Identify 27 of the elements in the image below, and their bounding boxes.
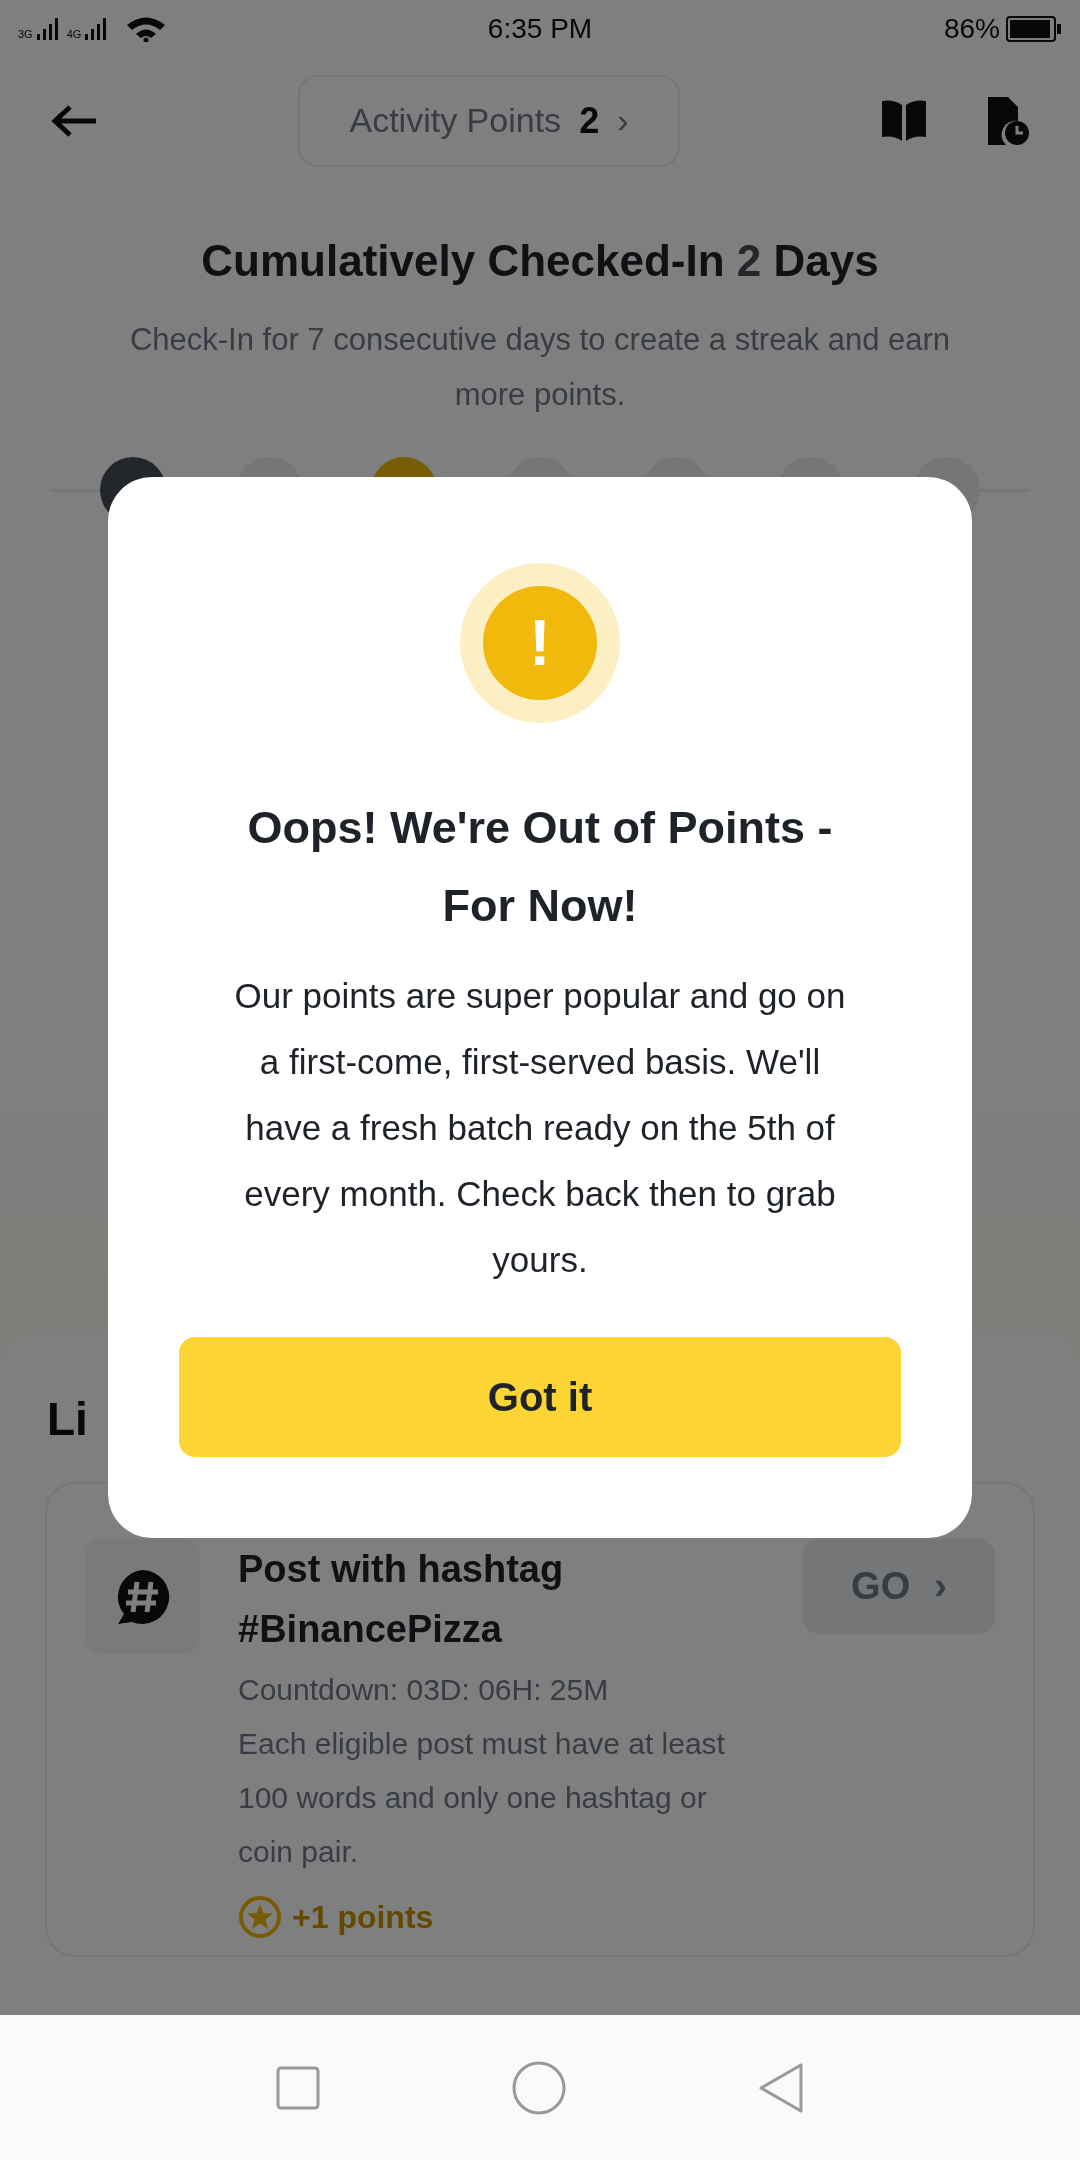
battery-icon [1006,16,1062,42]
activity-points-button[interactable]: Activity Points 2 › [298,74,680,167]
wifi-icon [125,16,168,42]
home-icon[interactable] [512,2060,566,2115]
section-title: Li [47,1392,88,1447]
warning-icon: ! [460,563,620,723]
book-icon[interactable] [880,98,928,143]
task-description: Each eligible post must have at least 100 words and only one hashtag or coin pair. [238,1726,726,1870]
signal-icon [85,18,108,40]
got-it-button[interactable]: Got it [179,1337,901,1457]
back-icon[interactable] [758,2061,804,2114]
checkin-subtitle: Check-In for 7 consecutive days to create a streak and earn more points. [128,321,952,414]
network-label: 4G [66,26,82,42]
battery-percent: 86% [943,12,1000,46]
back-arrow-icon[interactable] [50,102,98,139]
task-countdown: Countdown: 03D: 06H: 25M [238,1672,610,1708]
task-title: Post with hashtag #BinancePizza [238,1547,565,1652]
signal-icon [36,18,59,40]
clock-time: 6:35 PM [487,12,593,46]
checkin-title: Cumulatively Checked-In 2 Days [200,235,880,287]
dialog-message: Our points are super popular and go on a first-come, first-served basis. We'll have a fresh batch ready on the 5th of every month. Check back then to grab yours. [233,975,847,1281]
dialog-title: Oops! We're Out of Points - For Now! [246,801,834,933]
network-label: 3G [18,26,33,42]
document-clock-icon[interactable] [986,94,1030,147]
reward-points: +1 points [292,1898,434,1937]
star-coin-icon [238,1895,282,1939]
recent-apps-icon[interactable] [276,2065,320,2110]
